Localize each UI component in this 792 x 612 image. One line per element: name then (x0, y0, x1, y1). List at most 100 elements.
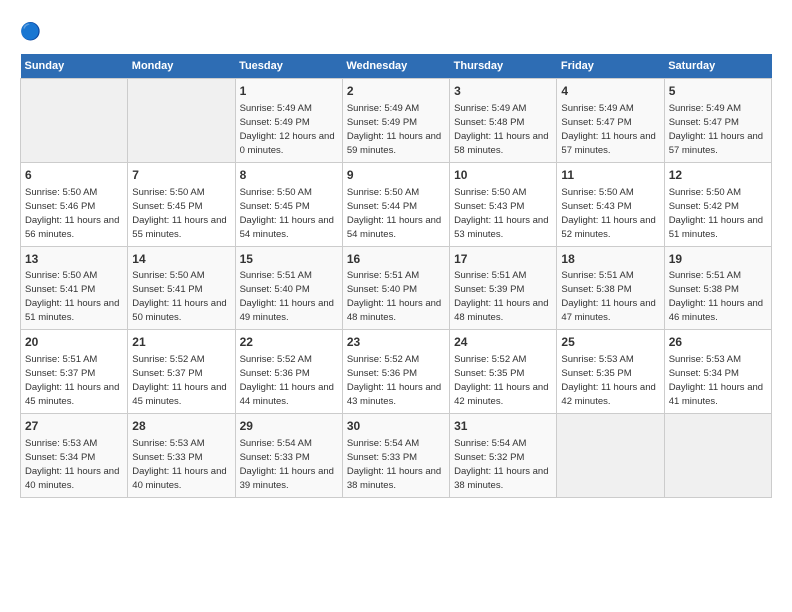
calendar-week-3: 13 Sunrise: 5:50 AM Sunset: 5:41 PM Dayl… (21, 246, 772, 330)
day-number: 30 (347, 418, 445, 435)
calendar-cell: 27 Sunrise: 5:53 AM Sunset: 5:34 PM Dayl… (21, 414, 128, 498)
day-number: 18 (561, 251, 659, 268)
weekday-header-tuesday: Tuesday (235, 54, 342, 79)
weekday-header-row: SundayMondayTuesdayWednesdayThursdayFrid… (21, 54, 772, 79)
day-info: Sunrise: 5:50 AM Sunset: 5:43 PM Dayligh… (454, 187, 548, 240)
calendar-cell: 12 Sunrise: 5:50 AM Sunset: 5:42 PM Dayl… (664, 162, 771, 246)
calendar-cell: 4 Sunrise: 5:49 AM Sunset: 5:47 PM Dayli… (557, 79, 664, 163)
day-number: 14 (132, 251, 230, 268)
calendar-cell: 17 Sunrise: 5:51 AM Sunset: 5:39 PM Dayl… (450, 246, 557, 330)
day-info: Sunrise: 5:51 AM Sunset: 5:40 PM Dayligh… (240, 270, 334, 323)
day-info: Sunrise: 5:51 AM Sunset: 5:38 PM Dayligh… (561, 270, 655, 323)
day-number: 11 (561, 167, 659, 184)
day-info: Sunrise: 5:52 AM Sunset: 5:37 PM Dayligh… (132, 354, 226, 407)
day-number: 27 (25, 418, 123, 435)
day-number: 16 (347, 251, 445, 268)
day-number: 23 (347, 334, 445, 351)
calendar-cell: 31 Sunrise: 5:54 AM Sunset: 5:32 PM Dayl… (450, 414, 557, 498)
day-info: Sunrise: 5:50 AM Sunset: 5:43 PM Dayligh… (561, 187, 655, 240)
calendar-cell: 16 Sunrise: 5:51 AM Sunset: 5:40 PM Dayl… (342, 246, 449, 330)
calendar-cell: 22 Sunrise: 5:52 AM Sunset: 5:36 PM Dayl… (235, 330, 342, 414)
day-info: Sunrise: 5:51 AM Sunset: 5:40 PM Dayligh… (347, 270, 441, 323)
weekday-header-friday: Friday (557, 54, 664, 79)
calendar-cell: 6 Sunrise: 5:50 AM Sunset: 5:46 PM Dayli… (21, 162, 128, 246)
day-info: Sunrise: 5:50 AM Sunset: 5:41 PM Dayligh… (132, 270, 226, 323)
day-info: Sunrise: 5:49 AM Sunset: 5:49 PM Dayligh… (240, 103, 335, 156)
day-info: Sunrise: 5:49 AM Sunset: 5:48 PM Dayligh… (454, 103, 548, 156)
day-number: 28 (132, 418, 230, 435)
calendar-cell: 14 Sunrise: 5:50 AM Sunset: 5:41 PM Dayl… (128, 246, 235, 330)
day-number: 5 (669, 83, 767, 100)
day-info: Sunrise: 5:52 AM Sunset: 5:36 PM Dayligh… (240, 354, 334, 407)
day-number: 13 (25, 251, 123, 268)
day-info: Sunrise: 5:50 AM Sunset: 5:45 PM Dayligh… (132, 187, 226, 240)
day-number: 22 (240, 334, 338, 351)
calendar-cell: 3 Sunrise: 5:49 AM Sunset: 5:48 PM Dayli… (450, 79, 557, 163)
day-number: 8 (240, 167, 338, 184)
logo-bird-icon: 🔵 (20, 20, 44, 44)
calendar-table: SundayMondayTuesdayWednesdayThursdayFrid… (20, 54, 772, 498)
day-number: 3 (454, 83, 552, 100)
calendar-cell (557, 414, 664, 498)
calendar-cell: 8 Sunrise: 5:50 AM Sunset: 5:45 PM Dayli… (235, 162, 342, 246)
weekday-header-thursday: Thursday (450, 54, 557, 79)
day-info: Sunrise: 5:49 AM Sunset: 5:49 PM Dayligh… (347, 103, 441, 156)
calendar-week-1: 1 Sunrise: 5:49 AM Sunset: 5:49 PM Dayli… (21, 79, 772, 163)
calendar-cell: 20 Sunrise: 5:51 AM Sunset: 5:37 PM Dayl… (21, 330, 128, 414)
day-info: Sunrise: 5:52 AM Sunset: 5:35 PM Dayligh… (454, 354, 548, 407)
day-info: Sunrise: 5:53 AM Sunset: 5:34 PM Dayligh… (669, 354, 763, 407)
day-info: Sunrise: 5:54 AM Sunset: 5:32 PM Dayligh… (454, 438, 548, 491)
calendar-week-5: 27 Sunrise: 5:53 AM Sunset: 5:34 PM Dayl… (21, 414, 772, 498)
day-info: Sunrise: 5:54 AM Sunset: 5:33 PM Dayligh… (240, 438, 334, 491)
day-info: Sunrise: 5:49 AM Sunset: 5:47 PM Dayligh… (561, 103, 655, 156)
calendar-week-4: 20 Sunrise: 5:51 AM Sunset: 5:37 PM Dayl… (21, 330, 772, 414)
calendar-cell: 5 Sunrise: 5:49 AM Sunset: 5:47 PM Dayli… (664, 79, 771, 163)
day-number: 20 (25, 334, 123, 351)
logo: 🔵 (20, 20, 47, 44)
day-number: 17 (454, 251, 552, 268)
day-number: 31 (454, 418, 552, 435)
calendar-week-2: 6 Sunrise: 5:50 AM Sunset: 5:46 PM Dayli… (21, 162, 772, 246)
calendar-cell (128, 79, 235, 163)
calendar-cell: 11 Sunrise: 5:50 AM Sunset: 5:43 PM Dayl… (557, 162, 664, 246)
day-number: 19 (669, 251, 767, 268)
day-number: 25 (561, 334, 659, 351)
calendar-cell: 13 Sunrise: 5:50 AM Sunset: 5:41 PM Dayl… (21, 246, 128, 330)
calendar-cell: 29 Sunrise: 5:54 AM Sunset: 5:33 PM Dayl… (235, 414, 342, 498)
page-header: 🔵 (20, 20, 772, 44)
calendar-cell: 10 Sunrise: 5:50 AM Sunset: 5:43 PM Dayl… (450, 162, 557, 246)
day-info: Sunrise: 5:53 AM Sunset: 5:35 PM Dayligh… (561, 354, 655, 407)
calendar-cell: 28 Sunrise: 5:53 AM Sunset: 5:33 PM Dayl… (128, 414, 235, 498)
calendar-cell: 19 Sunrise: 5:51 AM Sunset: 5:38 PM Dayl… (664, 246, 771, 330)
calendar-cell: 9 Sunrise: 5:50 AM Sunset: 5:44 PM Dayli… (342, 162, 449, 246)
day-info: Sunrise: 5:50 AM Sunset: 5:45 PM Dayligh… (240, 187, 334, 240)
day-info: Sunrise: 5:50 AM Sunset: 5:44 PM Dayligh… (347, 187, 441, 240)
calendar-cell: 25 Sunrise: 5:53 AM Sunset: 5:35 PM Dayl… (557, 330, 664, 414)
day-info: Sunrise: 5:49 AM Sunset: 5:47 PM Dayligh… (669, 103, 763, 156)
day-number: 4 (561, 83, 659, 100)
day-info: Sunrise: 5:50 AM Sunset: 5:42 PM Dayligh… (669, 187, 763, 240)
day-info: Sunrise: 5:53 AM Sunset: 5:33 PM Dayligh… (132, 438, 226, 491)
day-number: 29 (240, 418, 338, 435)
day-number: 26 (669, 334, 767, 351)
day-info: Sunrise: 5:53 AM Sunset: 5:34 PM Dayligh… (25, 438, 119, 491)
calendar-cell: 24 Sunrise: 5:52 AM Sunset: 5:35 PM Dayl… (450, 330, 557, 414)
calendar-cell: 2 Sunrise: 5:49 AM Sunset: 5:49 PM Dayli… (342, 79, 449, 163)
day-info: Sunrise: 5:54 AM Sunset: 5:33 PM Dayligh… (347, 438, 441, 491)
weekday-header-sunday: Sunday (21, 54, 128, 79)
day-number: 24 (454, 334, 552, 351)
day-number: 7 (132, 167, 230, 184)
calendar-cell: 7 Sunrise: 5:50 AM Sunset: 5:45 PM Dayli… (128, 162, 235, 246)
calendar-cell: 30 Sunrise: 5:54 AM Sunset: 5:33 PM Dayl… (342, 414, 449, 498)
svg-text:🔵: 🔵 (20, 21, 41, 41)
day-info: Sunrise: 5:51 AM Sunset: 5:39 PM Dayligh… (454, 270, 548, 323)
calendar-cell: 23 Sunrise: 5:52 AM Sunset: 5:36 PM Dayl… (342, 330, 449, 414)
day-info: Sunrise: 5:51 AM Sunset: 5:37 PM Dayligh… (25, 354, 119, 407)
day-number: 9 (347, 167, 445, 184)
day-number: 21 (132, 334, 230, 351)
calendar-cell: 15 Sunrise: 5:51 AM Sunset: 5:40 PM Dayl… (235, 246, 342, 330)
day-number: 1 (240, 83, 338, 100)
day-number: 2 (347, 83, 445, 100)
day-number: 12 (669, 167, 767, 184)
day-number: 10 (454, 167, 552, 184)
